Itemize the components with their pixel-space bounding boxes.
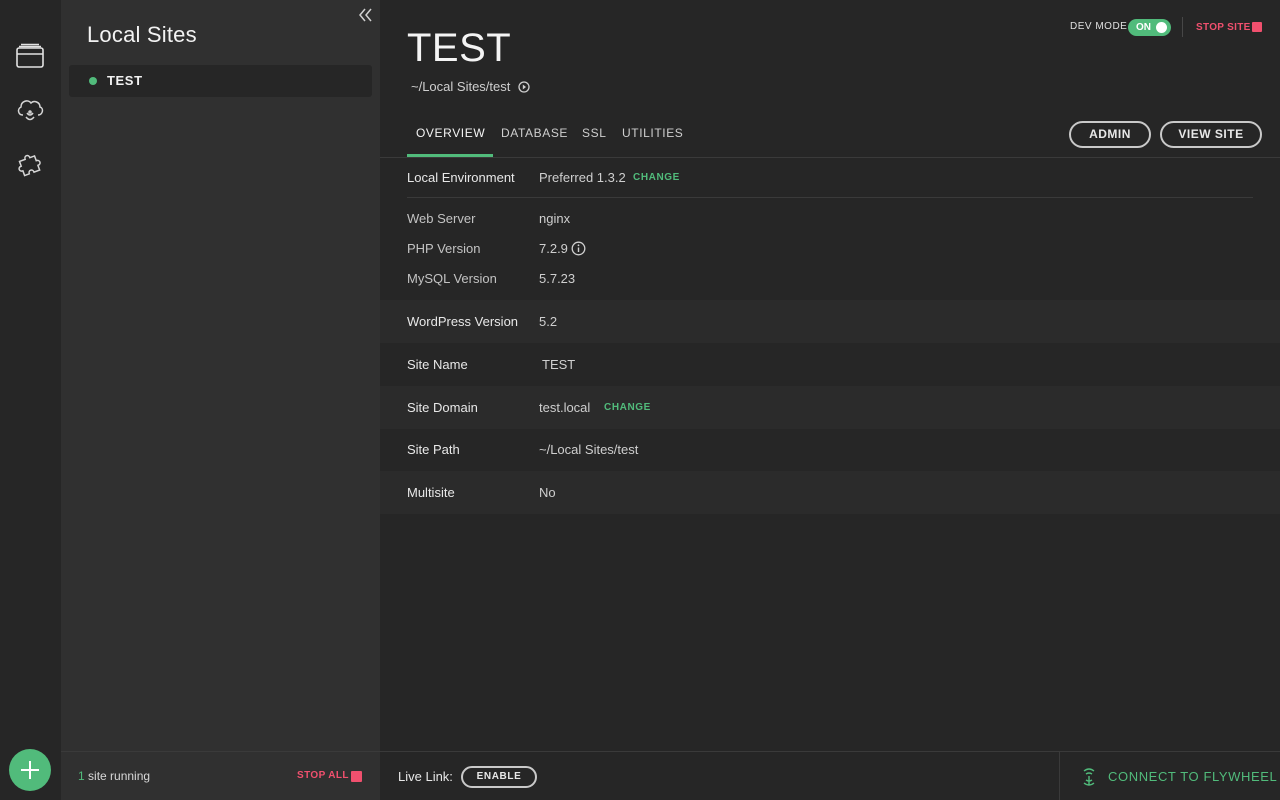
site-path-header: ~/Local Sites/test <box>411 79 530 94</box>
enable-live-link-button[interactable]: ENABLE <box>461 766 537 788</box>
web-server-value: nginx <box>539 211 571 226</box>
stop-all-button[interactable]: STOP ALL <box>297 770 349 781</box>
connect-to-flywheel-label: CONNECT TO FLYWHEEL <box>1108 769 1278 784</box>
multisite-label: Multisite <box>407 485 455 500</box>
sites-sidebar: Local Sites TEST 1 site running STOP ALL <box>61 0 380 800</box>
reveal-in-finder-icon[interactable] <box>518 81 530 93</box>
php-version-label: PHP Version <box>407 241 481 256</box>
dev-mode-label: DEV MODE <box>1070 21 1128 32</box>
multisite-value: No <box>539 485 556 500</box>
stop-site-icon[interactable] <box>1252 22 1262 32</box>
add-site-button[interactable] <box>9 749 51 791</box>
dev-mode-toggle-label: ON <box>1136 22 1151 33</box>
toggle-knob <box>1156 22 1167 33</box>
running-count: 1 <box>78 769 85 783</box>
flywheel-icon <box>1083 768 1095 786</box>
info-icon[interactable] <box>571 241 586 256</box>
tabs-divider <box>380 157 1280 158</box>
sidebar-title: Local Sites <box>87 22 197 47</box>
tab-utilities[interactable]: UTILITIES <box>622 126 683 140</box>
site-domain-label: Site Domain <box>407 400 478 415</box>
environment-divider <box>407 197 1253 198</box>
tab-database[interactable]: DATABASE <box>501 126 568 140</box>
site-list-item-label: TEST <box>107 73 143 88</box>
page-title: TEST <box>407 26 512 70</box>
running-status-dot <box>89 77 97 85</box>
admin-button[interactable]: ADMIN <box>1069 121 1151 148</box>
live-link-label: Live Link: <box>398 769 453 784</box>
wordpress-version-label: WordPress Version <box>407 314 519 329</box>
local-environment-value: Preferred 1.3.2 <box>539 170 626 185</box>
site-name-value[interactable]: TEST <box>542 357 575 372</box>
running-text: site running <box>84 769 151 783</box>
tab-overview[interactable]: OVERVIEW <box>416 126 485 140</box>
tab-ssl[interactable]: SSL <box>582 126 606 140</box>
icon-rail <box>0 0 61 800</box>
dev-mode-toggle[interactable]: ON <box>1128 19 1171 36</box>
plus-icon <box>21 761 39 779</box>
footer-divider <box>1059 752 1060 800</box>
site-domain-row <box>380 386 1280 429</box>
web-server-label: Web Server <box>407 211 476 226</box>
view-site-button[interactable]: VIEW SITE <box>1160 121 1262 148</box>
change-domain-button[interactable]: CHANGE <box>604 402 651 413</box>
change-environment-button[interactable]: CHANGE <box>633 172 680 183</box>
site-name-label: Site Name <box>407 357 468 372</box>
site-path-label: Site Path <box>407 442 460 457</box>
addons-icon[interactable] <box>14 148 46 180</box>
mysql-version-label: MySQL Version <box>407 271 497 286</box>
stop-site-button[interactable]: STOP SITE <box>1196 22 1251 33</box>
sites-icon[interactable] <box>14 39 46 71</box>
stop-all-icon[interactable] <box>351 771 362 782</box>
header-divider <box>1182 17 1183 37</box>
site-list-item[interactable]: TEST <box>69 65 372 97</box>
multisite-row <box>380 471 1280 514</box>
sites-running-status: 1 site running <box>78 769 150 783</box>
mysql-version-value: 5.7.23 <box>539 271 576 286</box>
sidebar-footer: 1 site running STOP ALL <box>61 751 380 800</box>
cloud-icon[interactable] <box>14 94 46 126</box>
main-footer: Live Link: ENABLE CONNECT TO FLYWHEEL <box>380 751 1280 800</box>
site-path-value: ~/Local Sites/test <box>539 442 639 457</box>
local-environment-label: Local Environment <box>407 170 515 185</box>
php-version-value: 7.2.9 <box>539 241 568 256</box>
site-detail-panel: TEST ~/Local Sites/test DEV MODE ON STOP… <box>380 0 1280 800</box>
site-path-text: ~/Local Sites/test <box>411 79 511 94</box>
wordpress-version-value: 5.2 <box>539 314 558 329</box>
collapse-sidebar-icon[interactable] <box>357 6 375 24</box>
site-domain-value: test.local <box>539 400 591 415</box>
